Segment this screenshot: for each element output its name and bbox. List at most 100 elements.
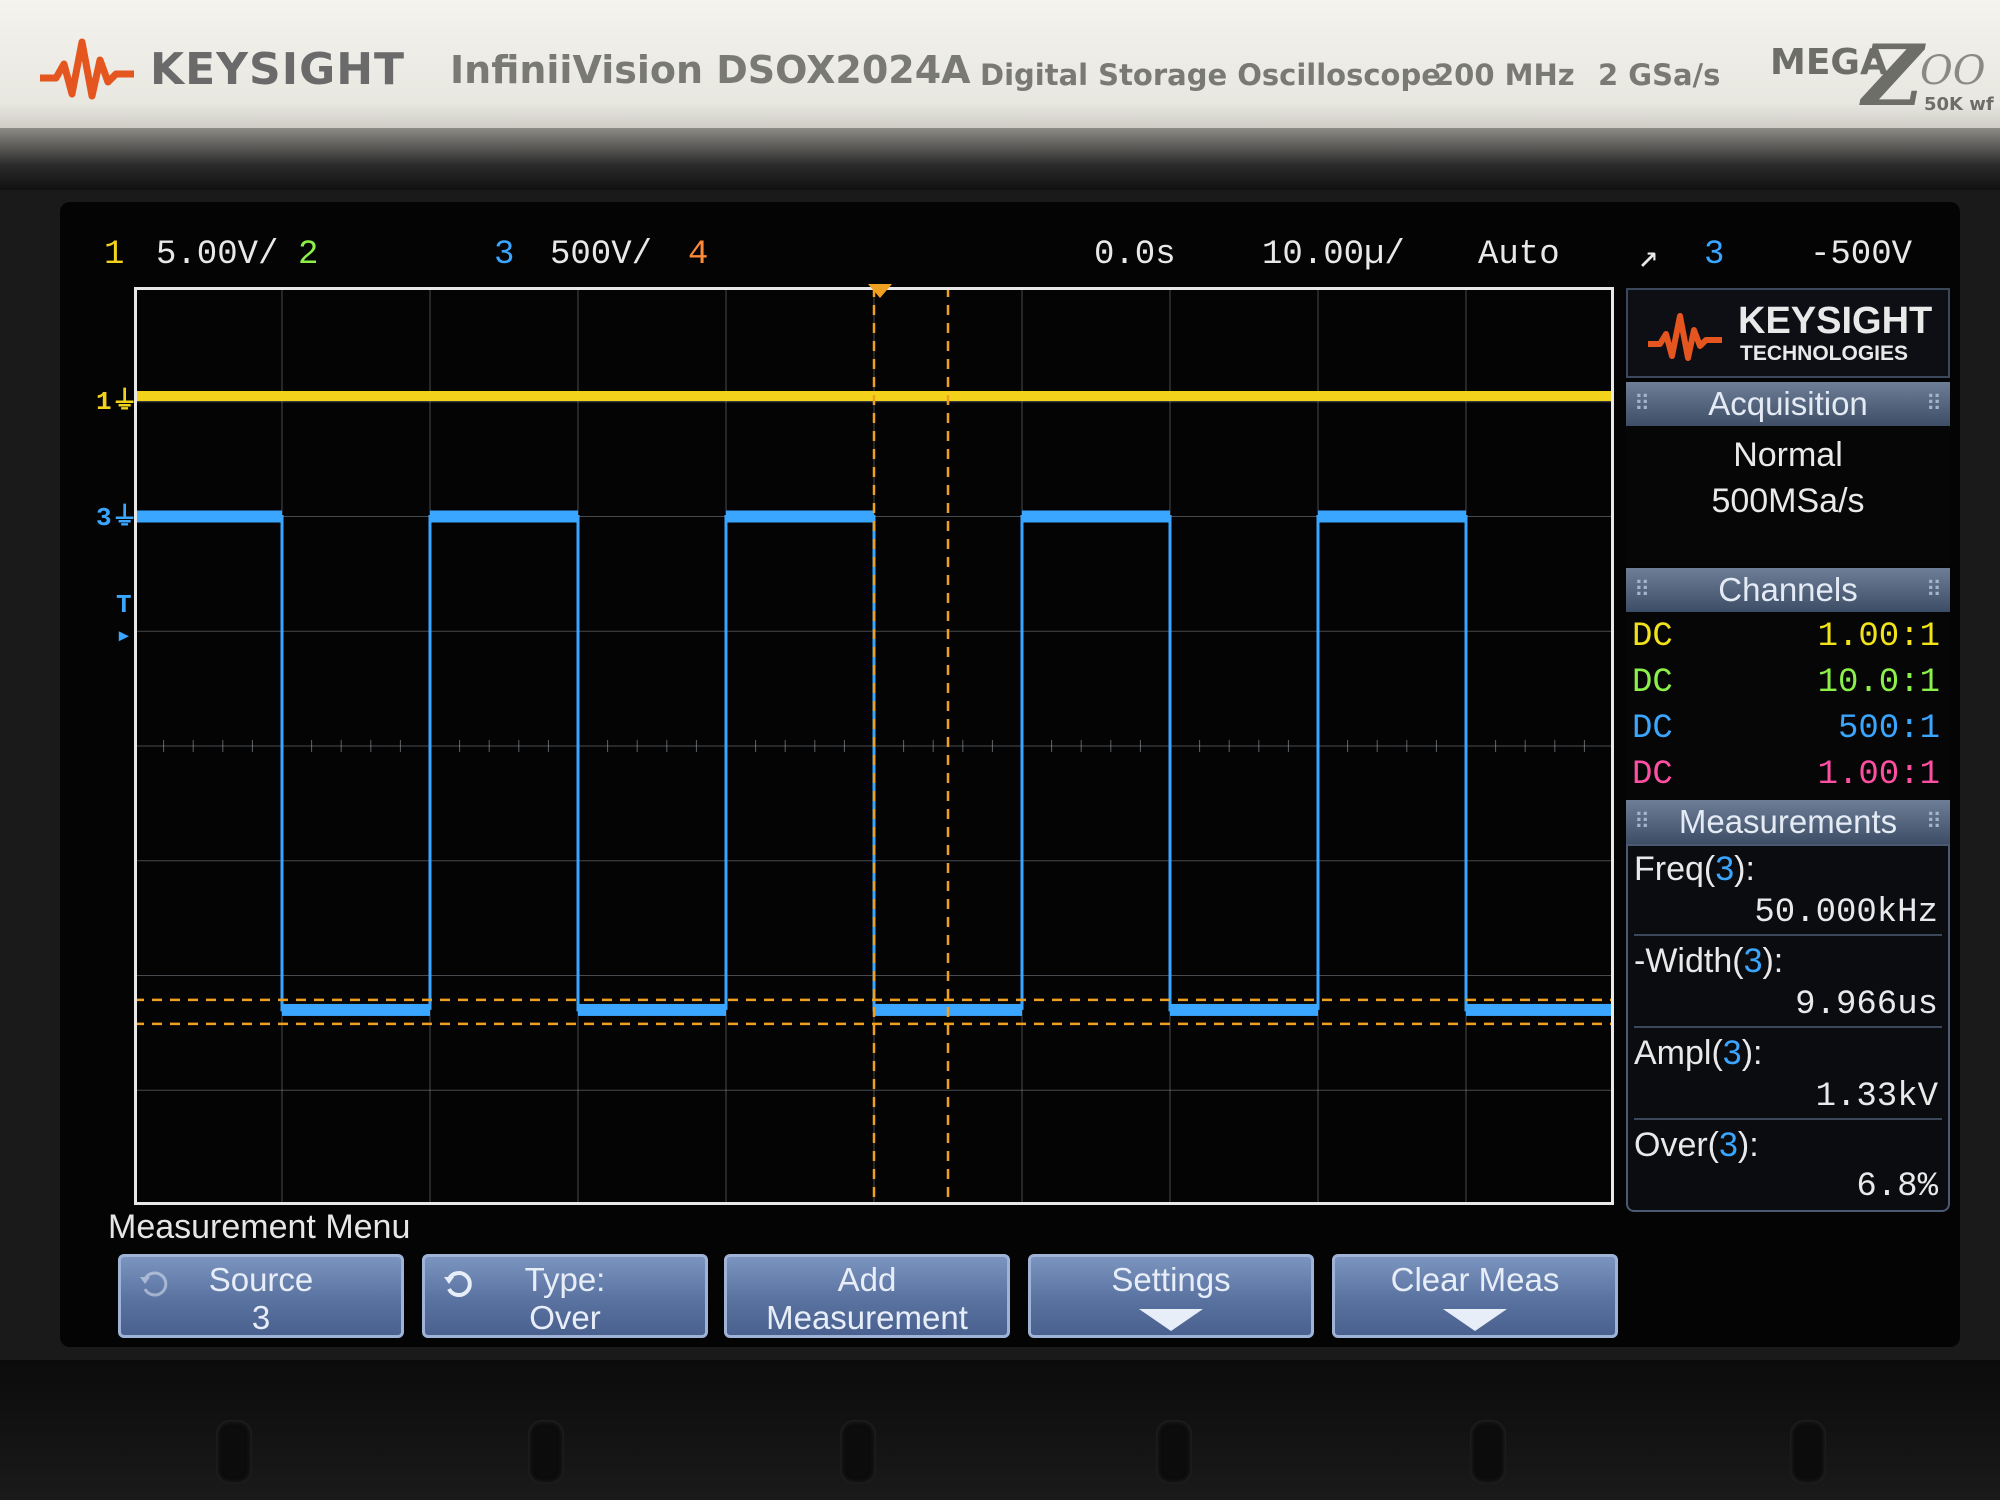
ch1-ground-marker[interactable]: 1⏚	[96, 380, 138, 417]
channels-header[interactable]: ⠿ Channels ⠿	[1626, 568, 1950, 612]
submenu-arrow-icon	[1139, 1309, 1203, 1331]
measurements-header[interactable]: ⠿ Measurements ⠿	[1626, 800, 1950, 844]
softkey-button[interactable]	[1790, 1420, 1826, 1484]
divider	[1634, 934, 1942, 936]
channel-probe: 500:1	[1837, 710, 1940, 748]
softkey-clear-meas[interactable]: Clear Meas	[1332, 1254, 1618, 1338]
trigger-mode[interactable]: Auto	[1478, 236, 1560, 274]
trigger-marker-label: T	[116, 590, 132, 620]
softkey-add-measurement[interactable]: Add Measurement	[724, 1254, 1010, 1338]
measurement-label-end: ):	[1734, 850, 1755, 888]
channels-body: DC 1.00:1 DC 10.0:1 DC 500:1 DC 1.00:1	[1626, 612, 1950, 800]
trigger-source[interactable]: 3	[1704, 236, 1724, 274]
measurement-name: Over(3):	[1634, 1126, 1759, 1165]
channel-coupling: DC	[1632, 664, 1673, 702]
softkey-value: 3	[251, 1299, 271, 1336]
time-scale[interactable]: 10.00µ/	[1262, 236, 1405, 274]
measurement-value: 9.966us	[1795, 986, 1938, 1024]
softkey-type[interactable]: Type: Over	[422, 1254, 708, 1338]
measurement-name: -Width(3):	[1634, 942, 1783, 981]
measurement-label: Over(	[1634, 1126, 1719, 1164]
measurement-value: 1.33kV	[1815, 1078, 1938, 1116]
ch3-ground-marker[interactable]: 3⏚	[96, 496, 138, 533]
ground-icon: ⏚	[111, 503, 138, 533]
softkey-button[interactable]	[1156, 1420, 1192, 1484]
channel-probe: 1.00:1	[1817, 618, 1940, 656]
bezel-shadow	[0, 128, 2000, 190]
channel-coupling: DC	[1632, 710, 1673, 748]
channel-coupling: DC	[1632, 756, 1673, 794]
acquisition-title: Acquisition	[1708, 385, 1868, 422]
measurement-name: Freq(3):	[1634, 850, 1755, 889]
softkey-label: Add	[837, 1261, 897, 1298]
divider	[1634, 1026, 1942, 1028]
softkey-label: Type:	[524, 1261, 606, 1298]
ground-icon: ⏚	[111, 387, 138, 417]
measurement-name: Ampl(3):	[1634, 1034, 1763, 1073]
graticule-frame	[134, 287, 1614, 1205]
measurement-label-end: ):	[1737, 1126, 1759, 1164]
measurement-label: Ampl(	[1634, 1034, 1723, 1072]
lower-bezel	[0, 1360, 2000, 1500]
trigger-slope-icon[interactable]: ↗	[1638, 236, 1658, 278]
trigger-arrow-icon: ▸	[116, 621, 132, 651]
submenu-arrow-icon	[1443, 1309, 1507, 1331]
measurement-source: 3	[1719, 1126, 1738, 1164]
softkey-label: Source	[208, 1261, 314, 1298]
channel-coupling: DC	[1632, 618, 1673, 656]
measurement-label-end: ):	[1741, 1034, 1763, 1072]
acquisition-header[interactable]: ⠿ Acquisition ⠿	[1626, 382, 1950, 426]
ch4-number[interactable]: 4	[688, 236, 708, 274]
megazoom-subtitle: 50K wf	[1924, 94, 1994, 115]
measurement-label-end: ):	[1762, 942, 1784, 980]
trigger-level[interactable]: -500V	[1810, 236, 1912, 274]
measurement-value: 6.8%	[1856, 1168, 1938, 1206]
ch1-number[interactable]: 1	[104, 236, 124, 274]
ch1-scale[interactable]: 5.00V/	[156, 236, 278, 274]
grip-icon: ⠿	[1925, 391, 1942, 416]
softkey-label-line2: Measurement	[766, 1299, 968, 1336]
ch3-scale[interactable]: 500V/	[550, 236, 652, 274]
measurement-label: -Width(	[1634, 942, 1744, 980]
instrument-description: Digital Storage Oscilloscope	[980, 58, 1441, 92]
bandwidth-label: 200 MHz	[1434, 58, 1575, 92]
grip-icon: ⠿	[1634, 809, 1651, 834]
channel-probe: 10.0:1	[1817, 664, 1940, 702]
softkey-source[interactable]: Source 3	[118, 1254, 404, 1338]
ch3-number[interactable]: 3	[494, 236, 514, 274]
trigger-level-marker[interactable]: T ▸	[116, 590, 132, 651]
measurements-title: Measurements	[1678, 803, 1898, 840]
channel-probe: 1.00:1	[1817, 756, 1940, 794]
measurement-source: 3	[1743, 942, 1763, 980]
right-info-panel: KEYSIGHT TECHNOLOGIES ⠿ Acquisition ⠿ No…	[1626, 288, 1950, 1213]
softkey-label: Clear Meas	[1390, 1261, 1560, 1298]
measurement-label: Freq(	[1634, 850, 1716, 888]
ch1-marker-label: 1	[96, 387, 112, 417]
softkey-settings[interactable]: Settings	[1028, 1254, 1314, 1338]
softkey-button[interactable]	[1470, 1420, 1506, 1484]
acquisition-mode: Normal	[1733, 436, 1843, 474]
channels-title: Channels	[1718, 571, 1858, 608]
sample-rate-label: 2 GSa/s	[1598, 58, 1721, 92]
panel-logo-name: KEYSIGHT	[1738, 300, 1933, 342]
keysight-wave-icon	[1648, 313, 1722, 361]
measurement-source: 3	[1715, 850, 1735, 888]
measurement-source: 3	[1722, 1034, 1742, 1072]
panel-logo: KEYSIGHT TECHNOLOGIES	[1626, 288, 1950, 378]
softkey-button[interactable]	[528, 1420, 564, 1484]
trigger-time-marker[interactable]	[868, 284, 892, 300]
acquisition-body: Normal 500MSa/s	[1626, 426, 1950, 566]
ch2-number[interactable]: 2	[298, 236, 318, 274]
status-bar: 1 5.00V/ 2 3 500V/ 4 0.0s 10.00µ/ Auto ↗…	[0, 0, 2000, 278]
measurement-value: 50.000kHz	[1754, 894, 1938, 932]
softkey-button[interactable]	[840, 1420, 876, 1484]
time-delay[interactable]: 0.0s	[1094, 236, 1176, 274]
divider	[1634, 1118, 1942, 1120]
softkey-value: Over	[529, 1299, 601, 1336]
softkey-button[interactable]	[216, 1420, 252, 1484]
measurements-body: Freq(3): 50.000kHz -Width(3): 9.966us Am…	[1626, 844, 1950, 1212]
grip-icon: ⠿	[1634, 577, 1651, 602]
grip-icon: ⠿	[1925, 809, 1942, 834]
grip-icon: ⠿	[1634, 391, 1651, 416]
softkey-label: Settings	[1111, 1261, 1231, 1298]
